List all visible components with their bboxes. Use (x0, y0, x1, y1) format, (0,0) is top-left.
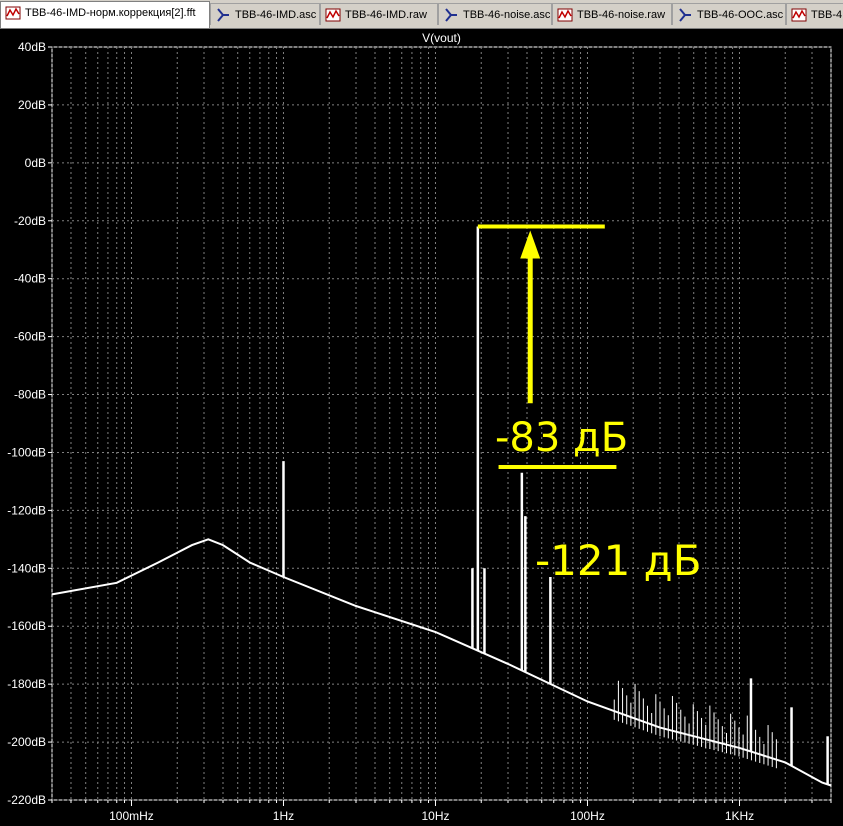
tab-label: TBB-46-OOC.asc (697, 9, 784, 21)
y-tick-label: -120dB (7, 503, 46, 517)
x-tick-label: 1KHz (725, 809, 754, 823)
y-tick-label: 40dB (18, 40, 46, 54)
tab-label: TBB-46-IMD-норм.коррекция[2].fft (25, 7, 196, 19)
y-tick-label: -200dB (7, 735, 46, 749)
y-tick-label: -220dB (7, 793, 46, 807)
y-tick-label: -80dB (14, 388, 46, 402)
tab-0[interactable]: TBB-46-IMD-норм.коррекция[2].fft (0, 1, 210, 28)
waveform-icon (557, 8, 573, 22)
tab-label: TBB-46-noise.raw (577, 9, 666, 21)
annotation-arrow-head (520, 230, 541, 259)
tab-label: TBB-46-noise.asc (463, 9, 551, 21)
y-tick-label: -160dB (7, 619, 46, 633)
y-tick-label: 0dB (25, 156, 46, 170)
y-tick-label: -140dB (7, 561, 46, 575)
y-tick-label: 20dB (18, 98, 46, 112)
tab-6[interactable]: TBB-4 (786, 3, 843, 25)
x-tick-label: 1Hz (273, 809, 294, 823)
tab-4[interactable]: TBB-46-noise.raw (552, 3, 672, 25)
x-tick-label: 10Hz (421, 809, 449, 823)
tab-3[interactable]: TBB-46-noise.asc (438, 3, 552, 25)
schematic-icon (445, 8, 457, 22)
y-tick-label: -60dB (14, 330, 46, 344)
tab-label: TBB-46-IMD.raw (345, 9, 427, 21)
schematic-icon (217, 8, 229, 22)
annotation-83db: -83 дБ (495, 415, 629, 461)
waveform-icon (325, 8, 341, 22)
waveform-icon (5, 6, 21, 20)
y-tick-label: -100dB (7, 445, 46, 459)
document-tab-bar: TBB-46-IMD-норм.коррекция[2].fft TBB-46-I… (0, 0, 843, 29)
y-tick-label: -180dB (7, 677, 46, 691)
schematic-icon (679, 8, 691, 22)
tab-1[interactable]: TBB-46-IMD.asc (210, 3, 320, 25)
tab-label: TBB-4 (811, 9, 843, 21)
fft-plot[interactable]: V(vout) 40dB 20dB 0dB -20dB -40dB -60dB -80dB -1… (0, 29, 843, 826)
tab-label: TBB-46-IMD.asc (235, 9, 317, 21)
tab-5[interactable]: TBB-46-OOC.asc (672, 3, 786, 25)
annotation-121db: -121 дБ (535, 536, 702, 585)
chart-title: V(vout) (422, 31, 461, 45)
tab-2[interactable]: TBB-46-IMD.raw (320, 3, 438, 25)
plot-frame (51, 46, 832, 801)
x-tick-label: 100Hz (570, 809, 605, 823)
x-tick-label: 100mHz (109, 809, 154, 823)
y-tick-label: -40dB (14, 272, 46, 286)
y-tick-label: -20dB (14, 214, 46, 228)
waveform-icon (791, 8, 807, 22)
